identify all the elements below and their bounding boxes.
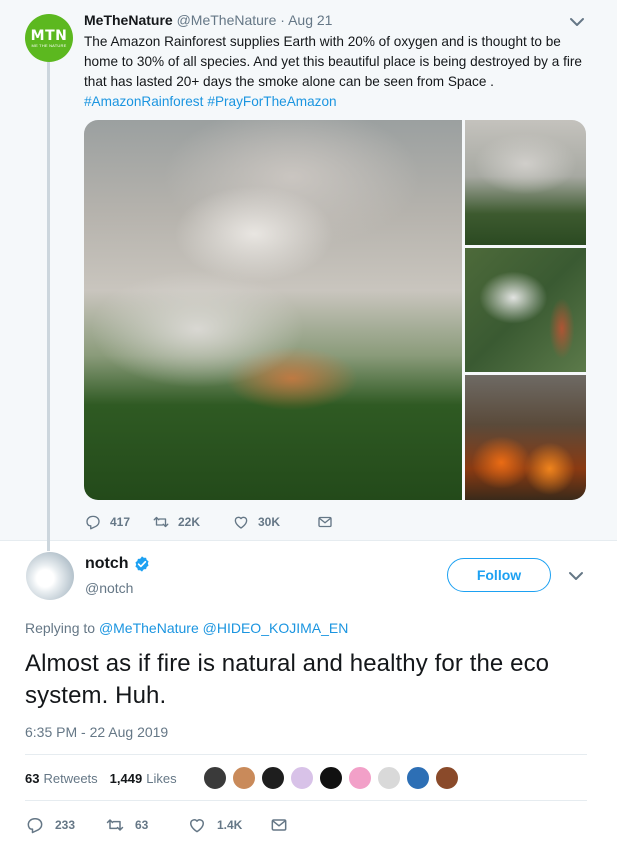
hashtag-link[interactable]: #PrayForTheAmazon — [207, 94, 336, 109]
photo-3[interactable] — [465, 248, 586, 372]
avatar-logo-subtext: ME THE NATURE — [31, 42, 67, 48]
tweet-timestamp[interactable]: 6:35 PM - 22 Aug 2019 — [25, 724, 168, 740]
retweets-count[interactable]: 63 — [25, 771, 39, 786]
liker-avatar[interactable] — [377, 766, 401, 790]
reply-button[interactable]: 233 — [25, 815, 105, 835]
divider — [25, 754, 587, 755]
liker-avatar[interactable] — [203, 766, 227, 790]
like-count: 1.4K — [217, 818, 243, 832]
liker-avatar[interactable] — [348, 766, 372, 790]
parent-tweet[interactable]: MTN ME THE NATURE MeTheNature @MeTheNatu… — [0, 0, 617, 551]
username[interactable]: @notch — [85, 580, 133, 596]
photo-4[interactable] — [465, 375, 586, 500]
photo-2[interactable] — [465, 120, 586, 245]
tweet-actions: 233 63 1.4K — [25, 815, 299, 835]
reply-button[interactable]: 417 — [84, 513, 152, 531]
liker-avatar[interactable] — [435, 766, 459, 790]
replying-to-label: Replying to — [25, 620, 96, 636]
dm-icon — [318, 516, 332, 528]
liker-avatar[interactable] — [261, 766, 285, 790]
retweet-button[interactable]: 63 — [105, 815, 187, 835]
like-icon — [234, 516, 248, 529]
like-icon — [190, 819, 204, 833]
mention-link[interactable]: @HIDEO_KOJIMA_EN — [203, 620, 349, 636]
display-name[interactable]: MeTheNature — [84, 12, 173, 28]
avatar[interactable]: MTN ME THE NATURE — [25, 14, 73, 62]
retweet-button[interactable]: 22K — [152, 513, 232, 531]
liker-avatar[interactable] — [232, 766, 256, 790]
liker-avatar[interactable] — [319, 766, 343, 790]
follow-button[interactable]: Follow — [447, 558, 551, 592]
like-button[interactable]: 30K — [232, 513, 316, 531]
tweet-actions: 417 22K 30K — [84, 512, 342, 532]
separator: · — [280, 12, 285, 28]
username[interactable]: @MeTheNature — [177, 12, 277, 28]
mention-link[interactable]: @MeTheNature — [99, 620, 199, 636]
like-button[interactable]: 1.4K — [187, 815, 269, 835]
retweets-label[interactable]: Retweets — [43, 771, 97, 786]
like-count: 30K — [258, 515, 281, 529]
liker-avatar[interactable] — [406, 766, 430, 790]
tweet-header: MeTheNature @MeTheNature · Aug 21 — [84, 12, 332, 28]
hashtag-link[interactable]: #AmazonRainforest — [84, 94, 203, 109]
reply-count: 417 — [110, 515, 131, 529]
display-name-text: notch — [85, 555, 129, 572]
liker-avatars — [203, 766, 464, 790]
reply-icon — [86, 515, 100, 530]
reply-icon — [27, 818, 43, 834]
chevron-down-icon[interactable] — [566, 566, 586, 586]
retweet-icon — [153, 516, 169, 528]
tweet-date[interactable]: Aug 21 — [288, 12, 332, 28]
display-name[interactable]: notch — [85, 555, 151, 573]
dm-icon — [271, 819, 287, 831]
tweet-stats: 63 Retweets 1,449 Likes — [25, 768, 189, 788]
retweet-count: 22K — [178, 515, 201, 529]
likes-count[interactable]: 1,449 — [110, 771, 143, 786]
media-grid — [84, 120, 586, 500]
divider — [25, 800, 587, 801]
retweet-icon — [106, 819, 124, 831]
replying-to: Replying to @MeTheNature @HIDEO_KOJIMA_E… — [25, 620, 348, 636]
photo-main[interactable] — [84, 120, 462, 500]
chevron-down-icon[interactable] — [567, 12, 587, 32]
likes-label[interactable]: Likes — [146, 771, 176, 786]
avatar-logo-text: MTN — [30, 27, 68, 44]
retweet-count: 63 — [135, 818, 149, 832]
avatar[interactable] — [26, 552, 74, 600]
tweet-text: The Amazon Rainforest supplies Earth wit… — [84, 34, 582, 89]
reply-count: 233 — [55, 818, 76, 832]
liker-avatar[interactable] — [290, 766, 314, 790]
thread-line — [47, 62, 50, 551]
hashtags: #AmazonRainforest #PrayForTheAmazon — [84, 92, 341, 112]
verified-badge-icon — [135, 556, 149, 572]
tweet-text: Almost as if fire is natural and healthy… — [25, 650, 550, 709]
dm-button[interactable] — [269, 815, 299, 835]
dm-button[interactable] — [316, 513, 342, 531]
